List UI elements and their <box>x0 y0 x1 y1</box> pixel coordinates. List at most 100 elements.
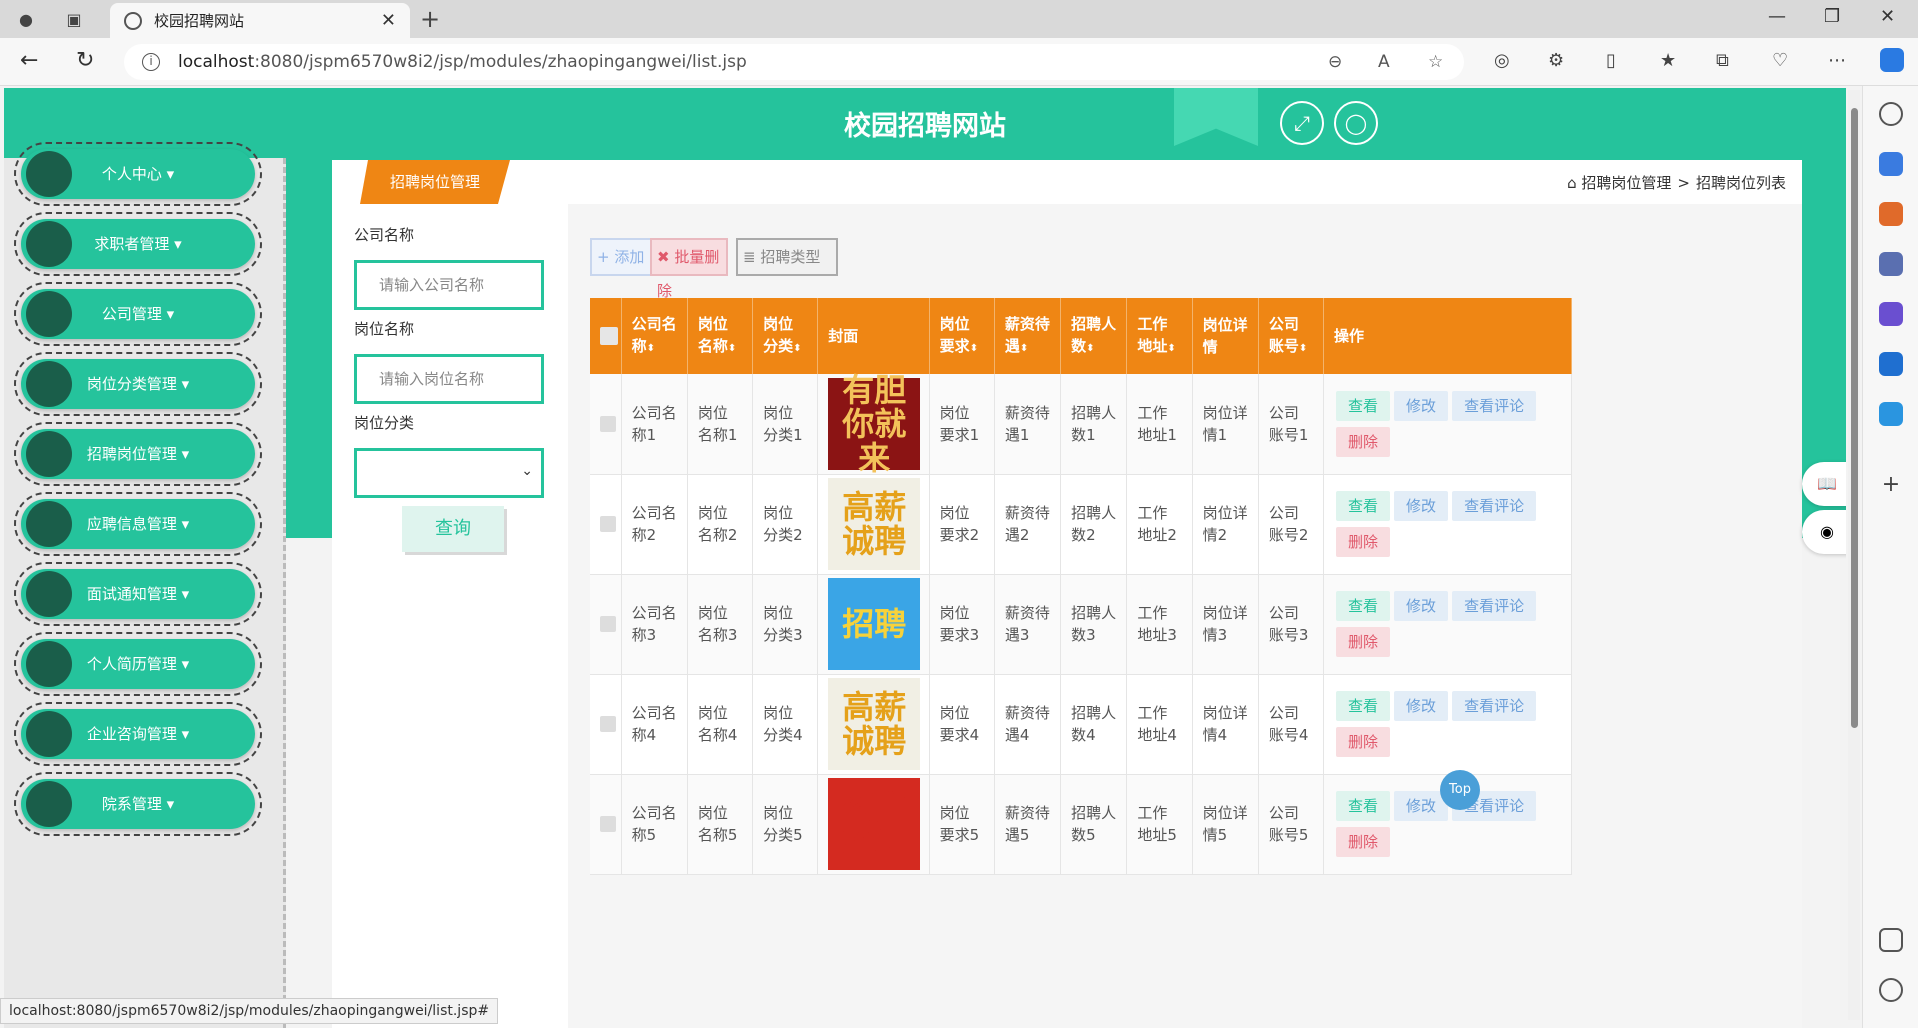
add-button[interactable]: + 添加 <box>590 238 654 276</box>
col-header[interactable]: 公司名称⬍ <box>621 298 688 374</box>
view-comments-button[interactable]: 查看评论 <box>1452 491 1537 521</box>
performance-icon[interactable]: ♡ <box>1772 50 1788 71</box>
browser-tab[interactable]: 校园招聘网站 ✕ <box>110 3 410 38</box>
site-info-icon[interactable]: i <box>142 53 160 71</box>
add-icon[interactable]: + <box>1879 474 1903 498</box>
col-header[interactable]: 公司账号⬍ <box>1258 298 1325 374</box>
menu-item-enterprise-consult[interactable]: 企业咨询管理 ▾ <box>14 702 262 766</box>
select-all-checkbox[interactable] <box>600 327 618 345</box>
favorites-icon[interactable]: ★ <box>1660 50 1676 71</box>
tracking-icon[interactable]: ◎ <box>1494 50 1510 71</box>
close-window-icon[interactable]: ✕ <box>1880 6 1895 27</box>
split-screen-icon[interactable]: ▯ <box>1606 50 1616 71</box>
back-icon[interactable]: ← <box>20 48 38 73</box>
tools-icon[interactable] <box>1879 202 1903 226</box>
view-button[interactable]: 查看 <box>1336 791 1391 821</box>
zoom-out-icon[interactable]: ⊖ <box>1328 52 1342 72</box>
menu-item-jobseekers[interactable]: 求职者管理 ▾ <box>14 212 262 276</box>
extensions-icon[interactable]: ⚙ <box>1548 50 1564 71</box>
delete-button[interactable]: 删除 <box>1336 627 1391 657</box>
menu-item-job-categories[interactable]: 岗位分类管理 ▾ <box>14 352 262 416</box>
edit-button[interactable]: 修改 <box>1394 691 1449 721</box>
company-search-input[interactable] <box>354 260 544 310</box>
scrollbar-thumb[interactable] <box>1851 108 1858 728</box>
view-button[interactable]: 查看 <box>1336 390 1391 421</box>
cell-detail: 岗位详情3 <box>1192 574 1259 675</box>
outlook-icon[interactable] <box>1879 352 1903 376</box>
read-aloud-icon[interactable]: A <box>1378 52 1390 72</box>
menu-item-job-postings[interactable]: 招聘岗位管理 ▾ <box>14 422 262 486</box>
edit-button[interactable]: 修改 <box>1394 491 1449 521</box>
row-checkbox[interactable] <box>600 516 616 532</box>
content-tab[interactable]: 招聘岗位管理 <box>360 160 510 204</box>
m365-icon[interactable] <box>1879 302 1903 326</box>
reading-view-icon[interactable]: 📖 <box>1802 462 1846 506</box>
view-comments-button[interactable]: 查看评论 <box>1452 691 1537 721</box>
view-comments-button[interactable]: 查看评论 <box>1452 390 1537 421</box>
games-icon[interactable] <box>1879 252 1903 276</box>
profile-icon[interactable]: ● <box>12 6 40 32</box>
tab-actions-icon[interactable]: ▣ <box>60 6 88 32</box>
edit-button[interactable]: 修改 <box>1394 390 1449 421</box>
new-tab-icon[interactable]: + <box>420 5 440 33</box>
settings-icon[interactable] <box>1879 978 1903 1002</box>
page-scrollbar[interactable] <box>1848 90 1860 1020</box>
menu-item-applications[interactable]: 应聘信息管理 ▾ <box>14 492 262 556</box>
row-checkbox[interactable] <box>600 415 616 432</box>
row-checkbox[interactable] <box>600 816 616 832</box>
reload-icon[interactable]: ↻ <box>76 48 94 73</box>
edit-button[interactable]: 修改 <box>1394 591 1449 621</box>
position-search-input[interactable] <box>354 354 544 404</box>
col-header[interactable]: 薪资待遇⬍ <box>994 298 1062 374</box>
fullscreen-icon[interactable]: ⤢ <box>1280 101 1324 145</box>
user-icon[interactable]: ◯ <box>1334 101 1378 145</box>
col-header[interactable]: 招聘人数⬍ <box>1060 298 1128 374</box>
breadcrumb-item[interactable]: 招聘岗位管理 <box>1581 174 1671 192</box>
screenshot-icon[interactable] <box>1879 928 1903 952</box>
home-icon[interactable]: ⌂ <box>1567 174 1577 192</box>
site-title: 校园招聘网站 <box>844 111 1006 142</box>
shopping-icon[interactable] <box>1879 152 1903 176</box>
delete-button[interactable]: 删除 <box>1336 727 1391 757</box>
cell-detail: 岗位详情1 <box>1192 374 1259 475</box>
delete-button[interactable]: 删除 <box>1336 426 1391 457</box>
copilot-icon[interactable] <box>1880 48 1904 72</box>
menu-item-interview-notices[interactable]: 面试通知管理 ▾ <box>14 562 262 626</box>
delete-button[interactable]: 删除 <box>1336 827 1391 857</box>
col-header[interactable]: 岗位要求⬍ <box>929 298 995 374</box>
cell-address: 工作地址1 <box>1126 374 1193 475</box>
collections-icon[interactable]: ⧉ <box>1716 50 1729 71</box>
menu-item-personal-center[interactable]: 个人中心 ▾ <box>14 142 262 206</box>
job-types-button[interactable]: ≣ 招聘类型 <box>736 238 838 276</box>
cell-address: 工作地址2 <box>1126 474 1193 575</box>
col-header[interactable]: 岗位分类⬍ <box>752 298 819 374</box>
view-button[interactable]: 查看 <box>1336 691 1391 721</box>
view-button[interactable]: 查看 <box>1336 591 1391 621</box>
row-checkbox[interactable] <box>600 616 616 632</box>
minimize-icon[interactable]: — <box>1768 6 1786 27</box>
back-to-top-button[interactable]: Top <box>1440 770 1480 810</box>
row-checkbox[interactable] <box>600 716 616 732</box>
query-button[interactable]: 查询 <box>402 506 504 552</box>
category-select[interactable]: ⌄ <box>354 448 544 498</box>
view-button[interactable]: 查看 <box>1336 491 1391 521</box>
restore-icon[interactable]: ❐ <box>1824 6 1840 27</box>
menu-item-departments[interactable]: 院系管理 ▾ <box>14 772 262 836</box>
search-icon[interactable] <box>1879 102 1903 126</box>
col-header[interactable]: 工作地址⬍ <box>1126 298 1193 374</box>
more-menu-icon[interactable]: ⋯ <box>1828 50 1846 71</box>
menu-item-companies[interactable]: 公司管理 ▾ <box>14 282 262 346</box>
favorite-star-icon[interactable]: ☆ <box>1428 52 1443 72</box>
position-filter-label: 岗位名称 <box>354 320 415 338</box>
col-header[interactable]: 岗位名称⬍ <box>687 298 754 374</box>
delete-button[interactable]: 删除 <box>1336 527 1391 557</box>
menu-item-resumes[interactable]: 个人简历管理 ▾ <box>14 632 262 696</box>
telegram-icon[interactable] <box>1879 402 1903 426</box>
view-comments-button[interactable]: 查看评论 <box>1452 591 1537 621</box>
tab-close-icon[interactable]: ✕ <box>381 10 396 31</box>
favicon-icon <box>124 11 142 30</box>
batch-delete-button[interactable]: ✖ 批量删除 <box>650 238 728 300</box>
ai-assistant-icon[interactable]: ◉ <box>1802 510 1846 554</box>
url-field[interactable]: i localhost:8080/jspm6570w8i2/jsp/module… <box>124 44 1464 80</box>
cell-requirement: 岗位要求3 <box>929 574 995 675</box>
